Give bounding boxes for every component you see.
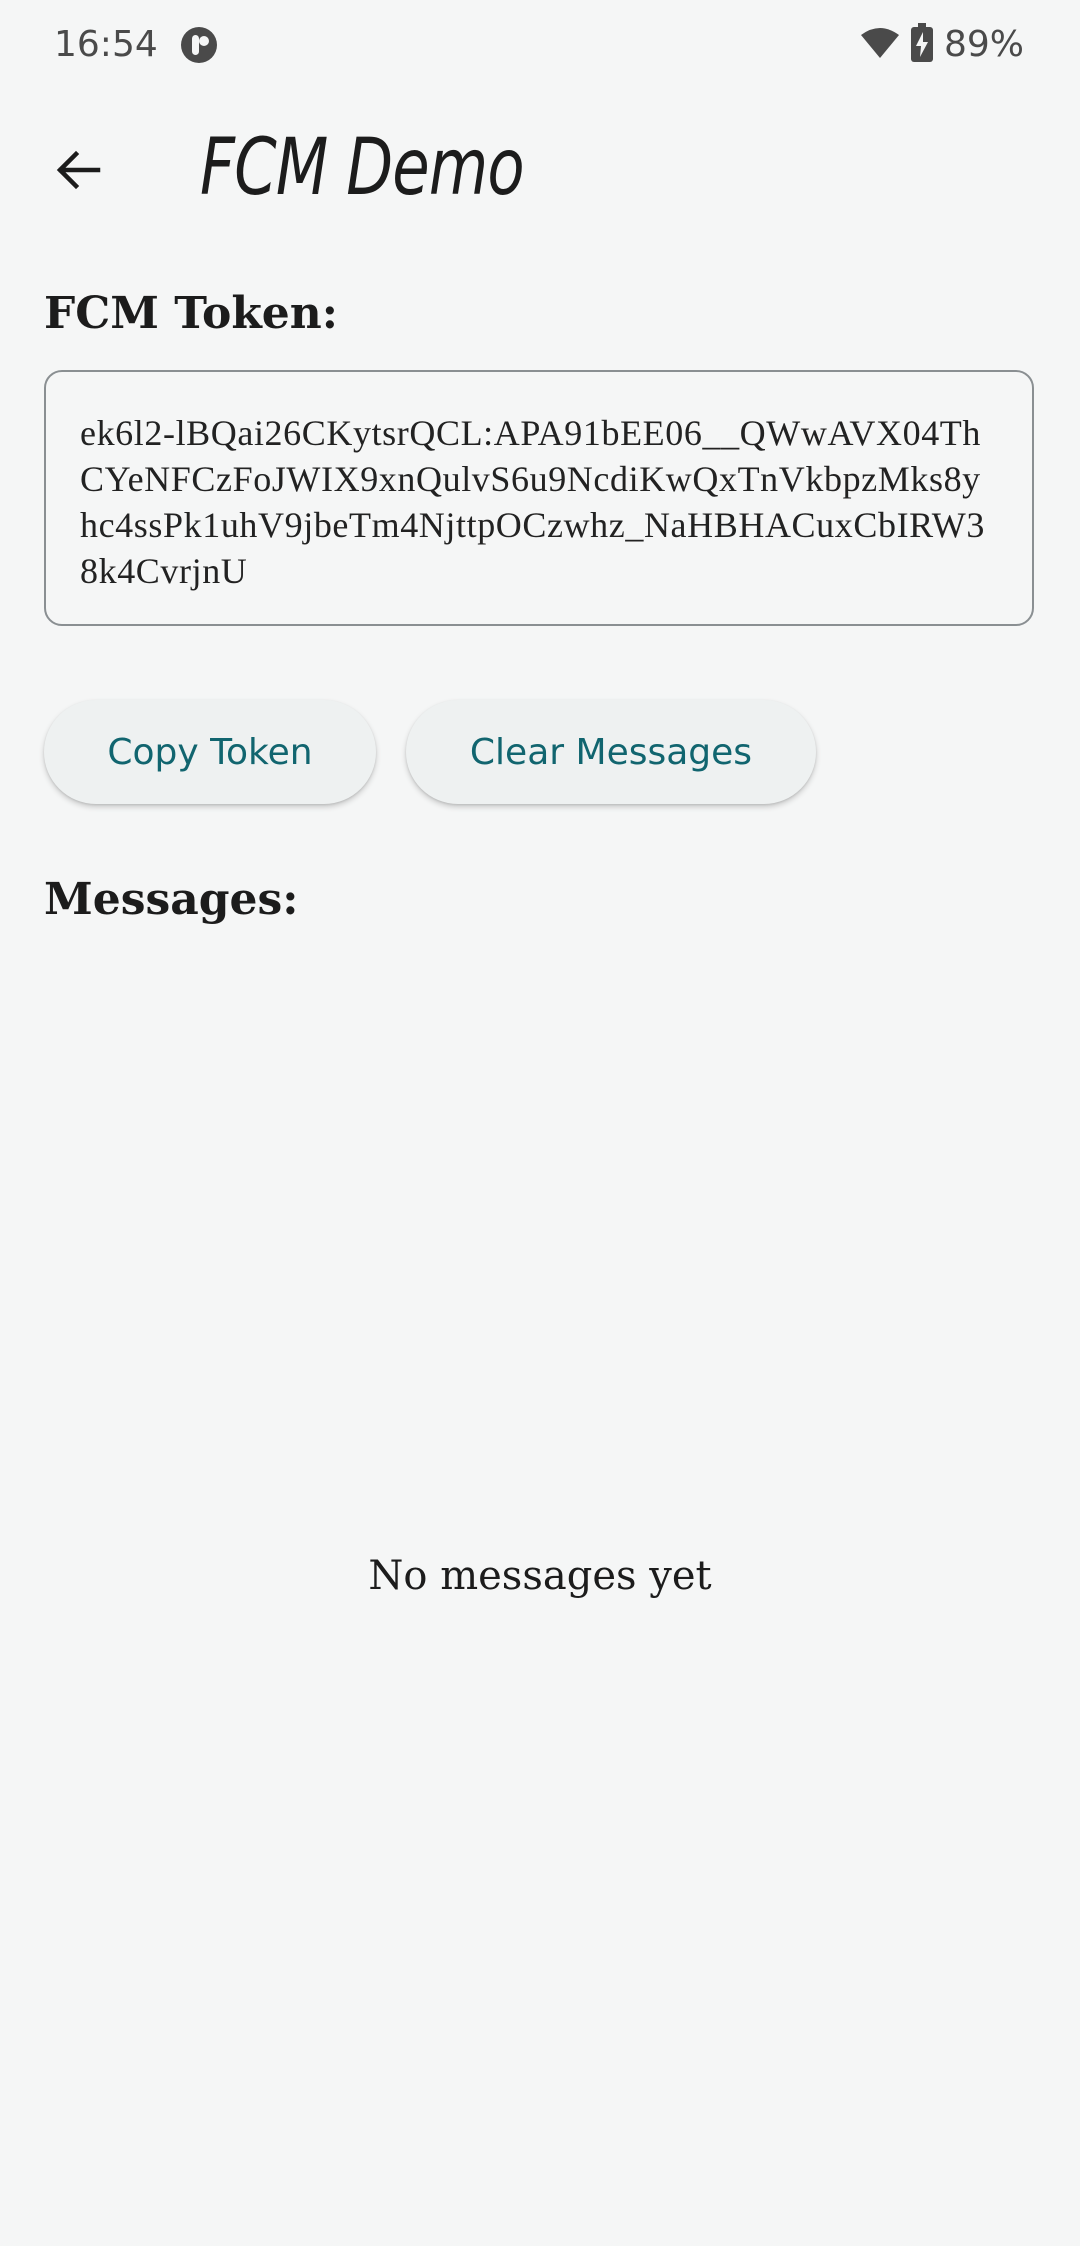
- empty-messages-text: No messages yet: [368, 1553, 712, 1599]
- arrow-back-icon: [56, 150, 101, 190]
- token-field[interactable]: ek6l2-lBQai26CKytsrQCL:APA91bEE06__QWwAV…: [44, 370, 1034, 626]
- clear-messages-button[interactable]: Clear Messages: [406, 700, 816, 804]
- copy-token-button[interactable]: Copy Token: [44, 700, 376, 804]
- status-icons: 89%: [860, 22, 1024, 68]
- wifi-icon: [860, 26, 900, 64]
- app-notification-icon: [180, 26, 218, 64]
- status-time: 16:54: [54, 24, 158, 65]
- page-title: FCM Demo: [200, 123, 525, 213]
- token-value: ek6l2-lBQai26CKytsrQCL:APA91bEE06__QWwAV…: [80, 413, 985, 591]
- battery-charging-icon: [910, 23, 934, 67]
- app-bar: FCM Demo: [0, 100, 1080, 230]
- status-bar: 16:54 89%: [0, 0, 1080, 90]
- token-label: FCM Token:: [44, 288, 339, 339]
- back-button[interactable]: [30, 122, 126, 218]
- battery-percentage: 89%: [943, 24, 1024, 65]
- messages-label: Messages:: [44, 874, 299, 925]
